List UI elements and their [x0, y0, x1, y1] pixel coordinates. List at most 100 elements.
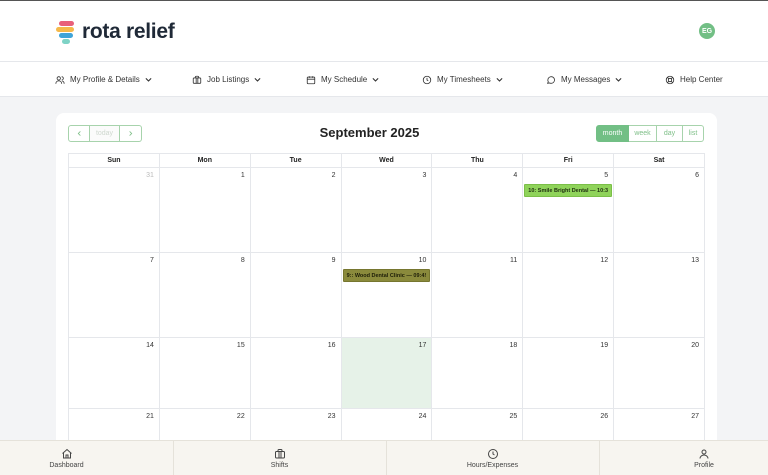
nav-my-timesheets[interactable]: My Timesheets — [422, 62, 504, 97]
day-number[interactable]: 19 — [600, 342, 608, 349]
nav-my-schedule[interactable]: My Schedule — [306, 62, 380, 97]
tab-label: Hours/Expenses — [466, 462, 519, 469]
weekday-header-row: Sun Mon Tue Wed Thu Fri Sat — [69, 154, 706, 168]
day-number[interactable]: 17 — [419, 342, 427, 349]
tab-label: Shifts — [270, 462, 289, 469]
month-grid: Sun Mon Tue Wed Thu Fri Sat 31 1 2 3 4 5… — [68, 153, 706, 475]
day-cell[interactable]: 9 — [250, 253, 342, 338]
day-number[interactable]: 18 — [510, 342, 518, 349]
day-number[interactable]: 16 — [328, 342, 336, 349]
day-number[interactable]: 31 — [146, 172, 154, 179]
bottom-tab-bar: Dashboard Shifts Hours/Expenses Profile — [0, 440, 768, 475]
day-number[interactable]: 13 — [691, 257, 699, 264]
day-number[interactable]: 11 — [510, 257, 517, 264]
day-number[interactable]: 7 — [150, 257, 154, 264]
chevron-down-icon — [254, 77, 261, 82]
day-cell[interactable]: 4 — [432, 168, 524, 253]
day-number[interactable]: 24 — [419, 413, 427, 420]
home-icon — [61, 448, 72, 459]
calendar-title: September 2025 — [319, 125, 420, 140]
tab-hours-expenses[interactable]: Hours/Expenses — [386, 441, 599, 475]
day-cell[interactable]: 3 — [341, 168, 433, 253]
nav-label: My Timesheets — [437, 75, 491, 84]
nav-job-listings[interactable]: Job Listings — [192, 62, 262, 97]
day-number[interactable]: 3 — [423, 172, 427, 179]
day-cell[interactable]: 10 9:: Wood Dental Clinic — 09:4! — [341, 253, 433, 338]
weekday-header: Sun — [69, 154, 160, 168]
tab-profile[interactable]: Profile — [640, 441, 768, 475]
tab-dashboard[interactable]: Dashboard — [0, 441, 133, 475]
day-number[interactable]: 27 — [691, 413, 699, 420]
day-number[interactable]: 22 — [237, 413, 245, 420]
briefcase-icon — [192, 75, 202, 84]
day-number[interactable]: 14 — [146, 342, 154, 349]
day-cell[interactable]: 18 — [432, 338, 524, 409]
day-cell[interactable]: 31 — [69, 168, 160, 253]
weekday-header: Tue — [250, 154, 342, 168]
day-cell[interactable]: 12 — [523, 253, 615, 338]
day-number[interactable]: 9 — [332, 257, 336, 264]
day-cell[interactable]: 7 — [69, 253, 160, 338]
user-avatar[interactable]: EG — [699, 23, 715, 39]
nav-label: My Profile & Details — [70, 75, 140, 84]
view-month-button[interactable]: month — [596, 125, 629, 142]
view-list-button[interactable]: list — [683, 125, 704, 142]
day-number[interactable]: 25 — [510, 413, 518, 420]
view-button-group: month week day list — [596, 125, 704, 142]
day-number[interactable]: 2 — [332, 172, 336, 179]
day-number[interactable]: 21 — [146, 413, 154, 420]
calendar-toolbar: today September 2025 month week day list — [56, 113, 717, 153]
user-icon — [699, 449, 709, 459]
view-day-button[interactable]: day — [657, 125, 683, 142]
view-week-button[interactable]: week — [629, 125, 657, 142]
clock-icon — [487, 449, 498, 459]
day-cell[interactable]: 8 — [159, 253, 251, 338]
day-number[interactable]: 15 — [237, 342, 245, 349]
day-number[interactable]: 10 — [419, 257, 427, 264]
day-cell[interactable]: 11 — [432, 253, 524, 338]
weekday-header: Sat — [614, 154, 706, 168]
day-cell[interactable]: 2 — [250, 168, 342, 253]
event-smile-bright-dental[interactable]: 10: Smile Bright Dental — 10:3 — [524, 184, 613, 197]
today-cell[interactable]: 17 — [341, 338, 433, 409]
chevron-down-icon — [615, 77, 622, 82]
tab-shifts[interactable]: Shifts — [173, 441, 386, 475]
day-number[interactable]: 12 — [600, 257, 608, 264]
day-number[interactable]: 4 — [513, 172, 517, 179]
nav-help-center[interactable]: Help Center — [665, 62, 723, 97]
day-cell[interactable]: 15 — [159, 338, 251, 409]
chevron-down-icon — [496, 77, 503, 82]
day-number[interactable]: 20 — [691, 342, 699, 349]
logo-mark-icon — [56, 21, 76, 44]
day-number[interactable]: 1 — [241, 172, 245, 179]
day-number[interactable]: 26 — [600, 413, 608, 420]
day-cell[interactable]: 14 — [69, 338, 160, 409]
nav-my-messages[interactable]: My Messages — [546, 62, 623, 97]
weekday-header: Wed — [341, 154, 433, 168]
day-cell[interactable]: 13 — [614, 253, 706, 338]
day-number[interactable]: 8 — [241, 257, 245, 264]
day-number[interactable]: 6 — [695, 172, 699, 179]
nav-my-profile-details[interactable]: My Profile & Details — [55, 62, 153, 97]
tab-label: Dashboard — [49, 462, 84, 469]
day-cell[interactable]: 1 — [159, 168, 251, 253]
day-number[interactable]: 5 — [604, 172, 608, 179]
day-cell[interactable]: 5 10: Smile Bright Dental — 10:3 — [523, 168, 615, 253]
chevron-down-icon — [372, 77, 379, 82]
week-row: 14 15 16 17 18 19 20 — [69, 338, 706, 409]
day-cell[interactable]: 20 — [614, 338, 706, 409]
day-cell[interactable]: 6 — [614, 168, 706, 253]
day-cell[interactable]: 16 — [250, 338, 342, 409]
nav-label: Help Center — [680, 75, 723, 84]
tab-label: Profile — [694, 462, 714, 469]
event-wood-dental-clinic[interactable]: 9:: Wood Dental Clinic — 09:4! — [342, 269, 431, 282]
chevron-down-icon — [145, 77, 152, 82]
weekday-header: Fri — [523, 154, 615, 168]
tab-divider — [599, 441, 600, 475]
rota-relief-logo[interactable]: rota relief — [56, 20, 175, 44]
weekday-header: Mon — [159, 154, 251, 168]
nav-label: Job Listings — [207, 75, 250, 84]
day-cell[interactable]: 19 — [523, 338, 615, 409]
calendar-icon — [306, 75, 316, 84]
day-number[interactable]: 23 — [328, 413, 336, 420]
